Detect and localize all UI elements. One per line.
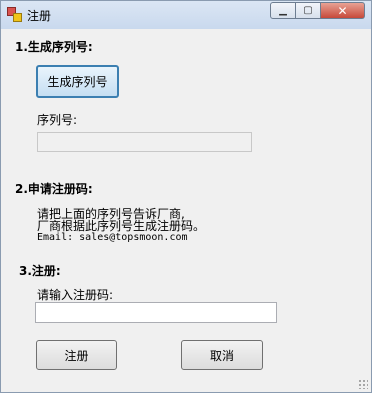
serial-label: 序列号: [37,113,78,127]
close-button[interactable]: ✕ [321,2,365,19]
register-button[interactable]: 注册 [36,340,117,370]
resize-grip-icon[interactable] [358,379,368,389]
regcode-label: 请输入注册码: [37,288,114,302]
window-title: 注册 [27,9,52,23]
generate-serial-button[interactable]: 生成序列号 [36,65,119,98]
cancel-button[interactable]: 取消 [181,340,263,370]
title-bar[interactable]: 注册 ▁ ▢ ✕ [1,1,371,29]
window-controls: ▁ ▢ ✕ [270,2,365,20]
minimize-icon: ▁ [279,5,287,16]
step3-heading: 3.注册: [19,264,61,278]
register-window: 注册 ▁ ▢ ✕ 1.生成序列号: 生成序列号 序列号: 2.申请注册码: 请把… [0,0,372,393]
maximize-icon: ▢ [303,5,313,16]
app-icon [7,7,22,22]
serial-field[interactable] [37,132,252,152]
close-icon: ✕ [337,3,348,18]
step2-heading: 2.申请注册码: [15,182,93,196]
vendor-email: Email: sales@topsmoon.com [37,232,188,243]
maximize-button[interactable]: ▢ [296,2,321,19]
regcode-input[interactable] [35,302,277,323]
minimize-button[interactable]: ▁ [270,2,296,19]
step1-heading: 1.生成序列号: [15,40,93,54]
